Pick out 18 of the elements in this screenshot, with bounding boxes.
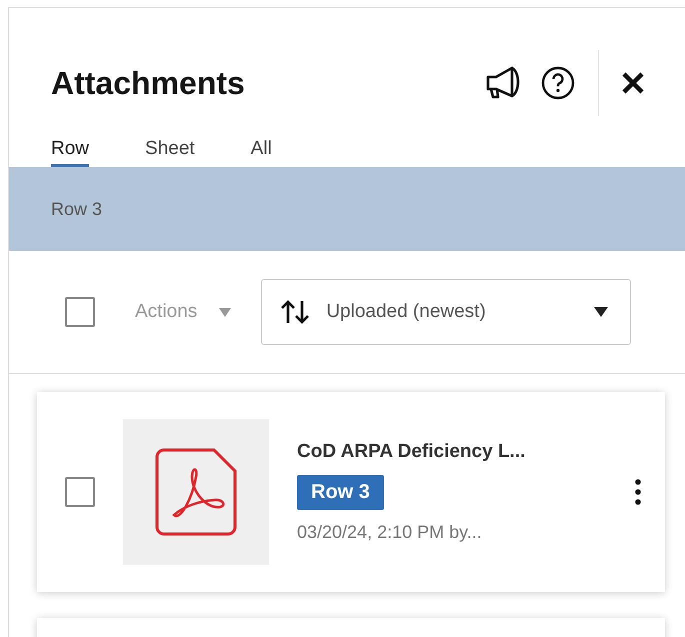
caret-icon: [219, 308, 232, 316]
attachment-card[interactable]: CoD ARPA Deficiency L... Row 3 03/20/24, 2:10 PM by...: [37, 392, 665, 592]
row-tag: Row 3: [297, 475, 384, 510]
panel-title: Attachments: [51, 64, 246, 102]
caret-icon: [594, 307, 608, 317]
tab[interactable]: All: [250, 138, 272, 167]
sort-dropdown[interactable]: Uploaded (newest): [261, 279, 632, 345]
upload-info: 03/20/24, 2:10 PM by...: [297, 522, 483, 543]
megaphone-icon[interactable]: [484, 65, 522, 101]
file-name: CoD ARPA Deficiency L...: [297, 441, 526, 463]
close-icon[interactable]: [621, 71, 645, 95]
sort-icon: [280, 299, 310, 325]
context-label: Row 3: [51, 198, 102, 220]
checkbox[interactable]: [65, 477, 95, 507]
pdf-icon: [154, 447, 238, 537]
checkbox[interactable]: [65, 297, 95, 327]
help-icon[interactable]: [540, 65, 576, 101]
tab[interactable]: Sheet: [145, 138, 195, 167]
